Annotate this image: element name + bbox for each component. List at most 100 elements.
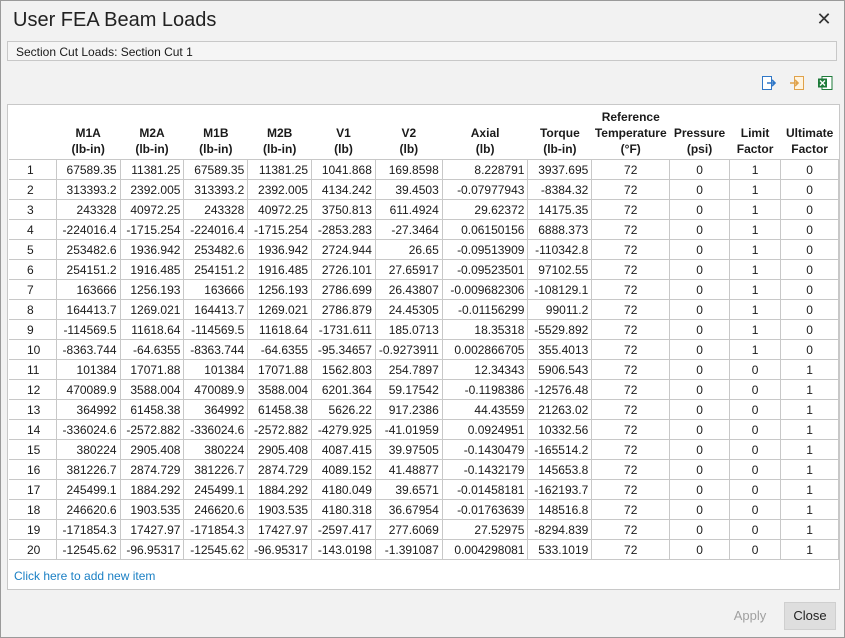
- table-cell[interactable]: 1256.193: [247, 279, 313, 300]
- table-cell[interactable]: 2392.005: [119, 179, 185, 200]
- table-cell[interactable]: 72: [591, 199, 671, 220]
- table-cell[interactable]: -5529.892: [527, 319, 593, 340]
- table-cell[interactable]: 41.48877: [374, 459, 443, 480]
- table-cell[interactable]: 72: [591, 499, 671, 520]
- table-row[interactable]: 10 -8363.744 -64.6355 -8363.744 -64.6355 -95.…: [9, 339, 839, 360]
- table-cell[interactable]: 21263.02: [527, 399, 593, 420]
- table-cell[interactable]: 380224: [55, 439, 121, 460]
- table-cell[interactable]: -95.34657: [311, 339, 376, 360]
- table-cell[interactable]: 1: [780, 379, 839, 400]
- table-cell[interactable]: 1269.021: [247, 299, 313, 320]
- table-cell[interactable]: -8384.32: [527, 179, 593, 200]
- column-header[interactable]: Pressure (psi): [669, 105, 730, 160]
- table-cell[interactable]: 0: [728, 499, 782, 520]
- table-cell[interactable]: 1: [728, 199, 782, 220]
- table-cell[interactable]: 277.6069: [374, 519, 443, 540]
- table-cell[interactable]: 3588.004: [247, 379, 313, 400]
- table-cell[interactable]: 0: [669, 519, 730, 540]
- column-header[interactable]: Axial (lb): [442, 105, 528, 160]
- table-cell[interactable]: 470089.9: [183, 379, 249, 400]
- table-cell[interactable]: 1: [780, 479, 839, 500]
- table-cell[interactable]: 245499.1: [55, 479, 121, 500]
- table-cell[interactable]: -165514.2: [527, 439, 593, 460]
- table-cell[interactable]: 61458.38: [247, 399, 313, 420]
- table-cell[interactable]: 0: [669, 359, 730, 380]
- column-header[interactable]: V1 (lb): [311, 105, 376, 160]
- table-cell[interactable]: 0: [669, 239, 730, 260]
- table-cell[interactable]: 164413.7: [183, 299, 249, 320]
- table-cell[interactable]: 0: [780, 299, 839, 320]
- table-cell[interactable]: 0.06150156: [441, 219, 529, 240]
- table-cell[interactable]: 1: [780, 399, 839, 420]
- table-row[interactable]: 6 254151.2 1916.485 254151.2 1916.485 2726.10…: [9, 259, 839, 280]
- table-cell[interactable]: 1: [728, 219, 782, 240]
- table-cell[interactable]: -114569.5: [55, 319, 121, 340]
- table-cell[interactable]: 1884.292: [119, 479, 185, 500]
- table-cell[interactable]: -0.09523501: [441, 259, 529, 280]
- table-cell[interactable]: 6888.373: [527, 219, 593, 240]
- table-cell[interactable]: 6201.364: [311, 379, 376, 400]
- table-cell[interactable]: 0: [780, 279, 839, 300]
- table-cell[interactable]: 2724.944: [311, 239, 376, 260]
- table-cell[interactable]: 254.7897: [374, 359, 443, 380]
- table-cell[interactable]: 1: [780, 439, 839, 460]
- table-cell[interactable]: 3750.813: [311, 199, 376, 220]
- column-header[interactable]: M2B (lb-in): [247, 105, 312, 160]
- table-cell[interactable]: 1916.485: [247, 259, 313, 280]
- table-cell[interactable]: 72: [591, 519, 671, 540]
- table-cell[interactable]: 0: [669, 419, 730, 440]
- table-cell[interactable]: 0: [669, 439, 730, 460]
- table-cell[interactable]: 0: [669, 539, 730, 560]
- table-row[interactable]: 16 381226.7 2874.729 381226.7 2874.729 4089.1…: [9, 459, 839, 480]
- table-cell[interactable]: 0: [669, 459, 730, 480]
- table-cell[interactable]: 12.34343: [441, 359, 529, 380]
- table-cell[interactable]: 72: [591, 319, 671, 340]
- table-cell[interactable]: 39.4503: [374, 179, 443, 200]
- column-header[interactable]: Torque (lb-in): [527, 105, 592, 160]
- table-row[interactable]: 2 313393.2 2392.005 313393.2 2392.005 4134.24…: [9, 179, 839, 200]
- table-row[interactable]: 14 -336024.6 -2572.882 -336024.6 -2572.882 -4…: [9, 419, 839, 440]
- table-cell[interactable]: 0: [669, 179, 730, 200]
- table-cell[interactable]: 164413.7: [55, 299, 121, 320]
- table-cell[interactable]: 101384: [55, 359, 121, 380]
- table-cell[interactable]: 17071.88: [247, 359, 313, 380]
- table-cell[interactable]: 0.004298081: [441, 539, 529, 560]
- column-header[interactable]: V2 (lb): [375, 105, 443, 160]
- table-cell[interactable]: -27.3464: [374, 219, 443, 240]
- table-cell[interactable]: -12576.48: [527, 379, 593, 400]
- table-cell[interactable]: 1: [728, 279, 782, 300]
- table-cell[interactable]: 4180.318: [311, 499, 376, 520]
- add-new-item-link[interactable]: Click here to add new item: [14, 569, 155, 583]
- table-cell[interactable]: 39.6571: [374, 479, 443, 500]
- column-header[interactable]: Limit Factor: [729, 105, 781, 160]
- table-cell[interactable]: 381226.7: [183, 459, 249, 480]
- table-cell[interactable]: 1: [780, 499, 839, 520]
- table-row[interactable]: 12 470089.9 3588.004 470089.9 3588.004 6201.3…: [9, 379, 839, 400]
- table-cell[interactable]: 1: [728, 179, 782, 200]
- table-cell[interactable]: 611.4924: [374, 199, 443, 220]
- table-row[interactable]: 8 164413.7 1269.021 164413.7 1269.021 2786.87…: [9, 299, 839, 320]
- table-cell[interactable]: 2786.879: [311, 299, 376, 320]
- table-cell[interactable]: -96.95317: [119, 539, 185, 560]
- table-cell[interactable]: -64.6355: [119, 339, 185, 360]
- table-row[interactable]: 18 246620.6 1903.535 246620.6 1903.535 4180.3…: [9, 499, 839, 520]
- table-cell[interactable]: 5626.22: [311, 399, 376, 420]
- table-row[interactable]: 7 163666 1256.193 163666 1256.193 2786.699 26.…: [9, 279, 839, 300]
- table-cell[interactable]: 44.43559: [441, 399, 529, 420]
- table-cell[interactable]: 470089.9: [55, 379, 121, 400]
- table-cell[interactable]: 0.002866705: [441, 339, 529, 360]
- table-cell[interactable]: 245499.1: [183, 479, 249, 500]
- table-cell[interactable]: 0: [728, 539, 782, 560]
- table-cell[interactable]: 17071.88: [119, 359, 185, 380]
- table-cell[interactable]: -162193.7: [527, 479, 593, 500]
- table-cell[interactable]: 72: [591, 179, 671, 200]
- apply-button[interactable]: Apply: [722, 602, 778, 630]
- table-cell[interactable]: 1: [780, 419, 839, 440]
- table-cell[interactable]: 1903.535: [119, 499, 185, 520]
- table-cell[interactable]: 26.65: [374, 239, 443, 260]
- table-cell[interactable]: 0: [780, 159, 839, 180]
- table-cell[interactable]: 0: [669, 479, 730, 500]
- table-cell[interactable]: 67589.35: [183, 159, 249, 180]
- table-cell[interactable]: -0.01458181: [441, 479, 529, 500]
- table-cell[interactable]: 2786.699: [311, 279, 376, 300]
